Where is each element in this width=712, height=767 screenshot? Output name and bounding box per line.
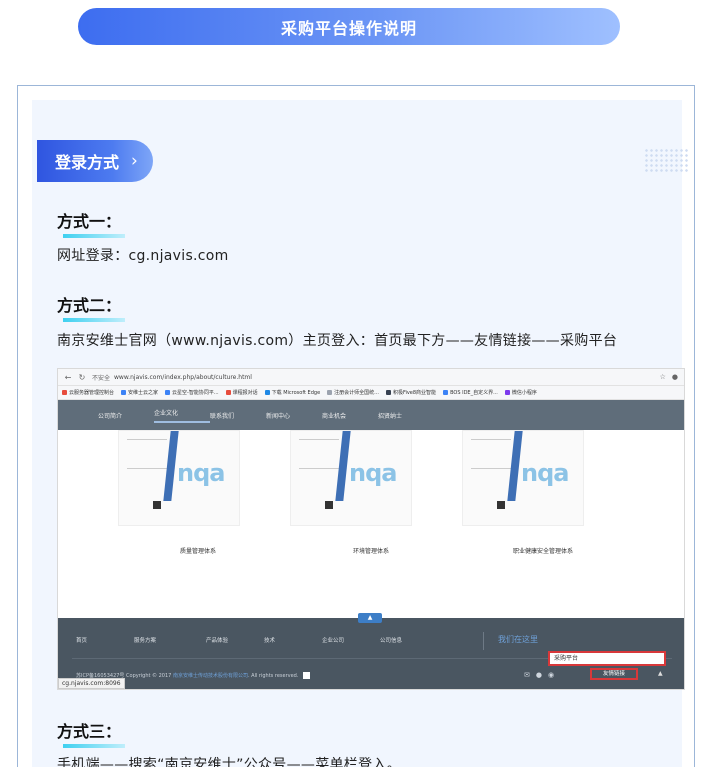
site-nav-item[interactable]: 招贤纳士 bbox=[378, 411, 434, 420]
site-nav: 公司简介 企业文化 联系我们 新闻中心 商业机会 招贤纳士 bbox=[58, 400, 684, 430]
status-bar-url: cg.njavis.com:8096 bbox=[58, 678, 125, 689]
site-nav-item[interactable]: 新闻中心 bbox=[266, 411, 322, 420]
certificate-label: 质量管理体系 bbox=[179, 548, 216, 555]
method-3-heading: 方式三： bbox=[57, 718, 126, 748]
certificates-area: nqa nqa nqa 质量管理体系 环境管理体系 职业健康安全管理体系 bbox=[58, 430, 684, 556]
bookmark-label: 云服务器管理控制台 bbox=[69, 390, 115, 396]
page-title-banner: 采购平台操作说明 bbox=[78, 8, 620, 45]
bookmark-item[interactable]: 微信小程序 bbox=[504, 389, 537, 396]
footer-link[interactable]: 首页 bbox=[76, 636, 134, 644]
bookmark-label: 注册会计师全国统... bbox=[334, 390, 379, 396]
site-nav-item[interactable]: 企业文化 bbox=[154, 408, 210, 423]
site-nav-item[interactable]: 公司简介 bbox=[98, 411, 154, 420]
qq-icon[interactable]: ● bbox=[536, 671, 542, 679]
bookmark-item[interactable]: 课程报对话 bbox=[225, 389, 258, 396]
section-tab-login-methods: 登录方式 › bbox=[37, 140, 153, 182]
website-screenshot: ← ↻ 不安全 www.njavis.com/index.php/about/c… bbox=[57, 368, 685, 690]
browser-address-bar: ← ↻ 不安全 www.njavis.com/index.php/about/c… bbox=[58, 369, 684, 386]
bookmark-icon bbox=[327, 390, 333, 395]
bookmark-label: 下载 Microsoft Edge bbox=[271, 390, 321, 396]
section-title: 登录方式 bbox=[55, 153, 120, 172]
browser-url: 不安全 www.njavis.com/index.php/about/cultu… bbox=[92, 373, 654, 382]
bookmark-item[interactable]: 下载 Microsoft Edge bbox=[264, 389, 321, 396]
chevron-up-icon[interactable]: ▲ bbox=[358, 613, 382, 623]
bookmark-item[interactable]: 安维士云之家 bbox=[121, 389, 158, 396]
reload-icon: ↻ bbox=[78, 372, 86, 382]
certificate-image: nqa bbox=[118, 430, 240, 526]
footer-link[interactable]: 技术 bbox=[264, 636, 322, 644]
company-link[interactable]: 南京安维士传动技术股份有限公司 bbox=[173, 673, 248, 679]
friend-links-dropdown[interactable]: 友情链接 bbox=[590, 668, 638, 680]
footer-link[interactable]: 企业公司 bbox=[322, 636, 380, 644]
nqa-logo: nqa bbox=[349, 459, 397, 487]
method-2-text: 南京安维士官网（www.njavis.com）主页登入：首页最下方——友情链接—… bbox=[57, 333, 618, 349]
bookmark-item[interactable]: 注册会计师全国统... bbox=[327, 389, 379, 396]
bookmarks-bar: 云服务器管理控制台 安维士云之家 云星空-智能协同平... 课程报对话 下载 Micro… bbox=[58, 386, 684, 400]
find-us-label: 我们在这里 bbox=[498, 635, 538, 644]
certificate-image: nqa bbox=[462, 430, 584, 526]
rights-text: . All rights reserved. bbox=[247, 673, 299, 679]
content-panel-inner: 登录方式 › 方式一： 网址登录：cg.njavis.com 方式二： 南京安维… bbox=[32, 100, 690, 767]
bookmark-label: 云星空-智能协同平... bbox=[172, 390, 219, 396]
method-1-text: 网址登录：cg.njavis.com bbox=[57, 248, 229, 264]
bookmark-icon bbox=[264, 390, 270, 395]
certificate-label: 职业健康安全管理体系 bbox=[512, 548, 573, 555]
site-nav-item[interactable]: 商业机会 bbox=[322, 411, 378, 420]
footer-link[interactable]: 产品体验 bbox=[206, 636, 264, 644]
certificate-image: nqa bbox=[290, 430, 412, 526]
bookmark-item[interactable]: BOS IDE_自定义界... bbox=[443, 389, 498, 396]
chevron-right-icon: › bbox=[131, 151, 138, 171]
nqa-logo: nqa bbox=[177, 459, 225, 487]
bookmark-label: 课程报对话 bbox=[232, 390, 258, 396]
social-icons: ✉ ● ◉ bbox=[524, 671, 554, 679]
bookmark-icon bbox=[165, 390, 171, 395]
profile-icon: ● bbox=[671, 373, 678, 381]
bookmark-item[interactable]: 云星空-智能协同平... bbox=[165, 389, 219, 396]
bookmark-label: BOS IDE_自定义界... bbox=[450, 390, 498, 396]
nqa-logo: nqa bbox=[521, 459, 569, 487]
procurement-platform-option[interactable]: 采购平台 bbox=[548, 651, 666, 666]
footer-link[interactable]: 服务方案 bbox=[134, 636, 206, 644]
certificate-label: 环境管理体系 bbox=[352, 548, 389, 555]
method-2-heading: 方式二： bbox=[57, 292, 126, 322]
insecure-label: 不安全 bbox=[92, 374, 111, 382]
bookmark-icon bbox=[62, 390, 67, 395]
caret-up-icon: ▲ bbox=[658, 670, 663, 677]
site-nav-item[interactable]: 联系我们 bbox=[210, 411, 266, 420]
bookmark-icon bbox=[225, 390, 231, 395]
url-text: www.njavis.com/index.php/about/culture.h… bbox=[114, 373, 252, 381]
content-panel: 登录方式 › 方式一： 网址登录：cg.njavis.com 方式二： 南京安维… bbox=[17, 85, 695, 767]
star-icon: ☆ bbox=[659, 373, 666, 381]
method-3-text: 手机端——搜索“南京安维士”公众号——菜单栏登入。 bbox=[57, 757, 402, 767]
site-footer: ▲ 首页 服务方案 产品体验 技术 企业公司 公司信息 我们在这里 采购平台 苏ICP备1… bbox=[58, 613, 684, 689]
bookmark-item[interactable]: 积极Five8商业智能 bbox=[385, 389, 437, 396]
method-1-heading: 方式一： bbox=[57, 208, 126, 238]
footer-link[interactable]: 公司信息 bbox=[380, 636, 438, 644]
back-icon: ← bbox=[64, 372, 72, 382]
bookmark-icon bbox=[385, 390, 391, 395]
weibo-icon[interactable]: ◉ bbox=[548, 671, 554, 679]
bookmark-label: 安维士云之家 bbox=[128, 390, 159, 396]
wechat-icon[interactable]: ✉ bbox=[524, 671, 530, 679]
bookmark-icon bbox=[504, 390, 510, 395]
bookmark-label: 积极Five8商业智能 bbox=[392, 390, 437, 396]
bookmark-label: 微信小程序 bbox=[511, 390, 537, 396]
bookmark-icon bbox=[443, 390, 449, 395]
bookmark-icon bbox=[121, 390, 127, 395]
page-blank-area bbox=[58, 556, 684, 618]
decorative-dots bbox=[644, 148, 690, 174]
qr-code-icon bbox=[303, 672, 311, 679]
bookmark-item[interactable]: 云服务器管理控制台 bbox=[62, 389, 114, 396]
footer-links: 首页 服务方案 产品体验 技术 企业公司 公司信息 bbox=[76, 636, 438, 644]
